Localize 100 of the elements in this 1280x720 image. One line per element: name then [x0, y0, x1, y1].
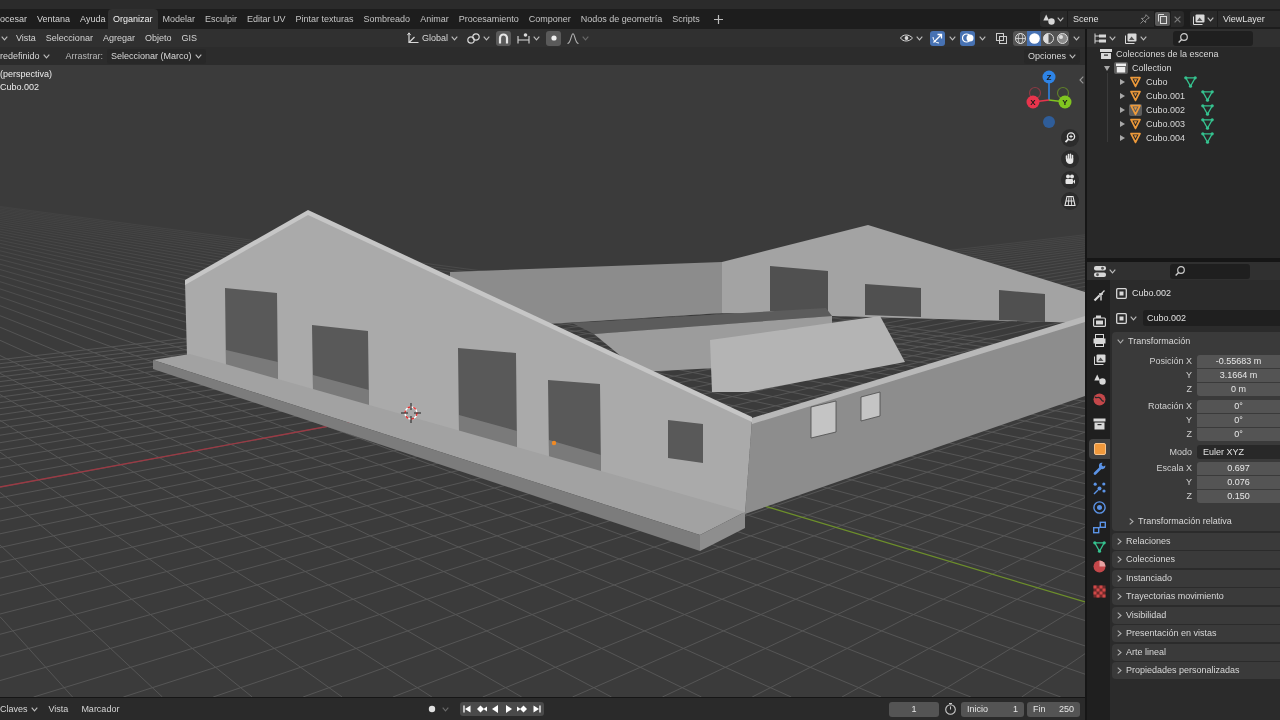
axis-handle[interactable]: X	[1026, 95, 1040, 109]
axis-handle[interactable]	[1056, 86, 1070, 100]
workspace-tab[interactable]: Procesamiento	[453, 9, 524, 29]
panel-header[interactable]: Trayectorias movimiento	[1112, 588, 1280, 605]
workspace-tab[interactable]: Modelar	[157, 9, 201, 29]
disclosure-triangle-icon[interactable]	[1120, 121, 1125, 127]
panel-header[interactable]: Arte lineal	[1112, 643, 1280, 661]
workspace-tab[interactable]: Sombreado	[358, 9, 416, 29]
panel-header[interactable]: Instanciado	[1112, 569, 1280, 587]
end-frame-field[interactable]: Fin 250	[1027, 701, 1080, 717]
dropdown-field[interactable]: Euler XYZ	[1197, 445, 1280, 459]
scene-selector[interactable]	[1040, 11, 1067, 27]
disclosure-triangle-icon[interactable]	[1120, 107, 1125, 113]
number-field[interactable]: 0.697	[1197, 462, 1280, 475]
next-keyframe-icon[interactable]	[516, 702, 530, 716]
menu-item[interactable]: Objeto	[139, 31, 177, 45]
panel-header[interactable]: Relaciones	[1112, 532, 1280, 550]
jump-to-end-icon[interactable]	[530, 702, 544, 716]
panel-header[interactable]: Visibilidad	[1112, 606, 1280, 624]
shading-button[interactable]	[1041, 30, 1055, 46]
axis-handle[interactable]: Z	[1042, 70, 1056, 84]
shading-button[interactable]	[1013, 30, 1027, 46]
plus-icon[interactable]	[713, 14, 723, 24]
drag-mode-dropdown[interactable]: Seleccionar (Marco)	[107, 48, 206, 64]
outliner-item[interactable]: Cubo.003	[1146, 119, 1186, 129]
panel-header[interactable]: Propiedades personalizadas	[1112, 662, 1280, 679]
number-field[interactable]: 0.076	[1197, 476, 1280, 489]
jump-to-start-icon[interactable]	[460, 702, 474, 716]
number-field[interactable]: 3.1664 m	[1197, 369, 1280, 382]
view-layer-selector[interactable]	[1190, 11, 1217, 27]
number-field[interactable]: -0.55683 m	[1197, 355, 1280, 368]
panel-header[interactable]: Presentación en vistas	[1112, 625, 1280, 642]
shading-button[interactable]	[1027, 30, 1041, 46]
menu-item[interactable]: Vista	[11, 31, 41, 45]
axis-handle[interactable]	[1043, 116, 1055, 128]
workspace-tab[interactable]: Nodos de geometría	[575, 9, 668, 29]
menu-item[interactable]: Ayuda	[75, 12, 111, 26]
number-field[interactable]: 0°	[1197, 414, 1280, 427]
caret-icon[interactable]	[1, 35, 8, 41]
triangle-mesh-icon[interactable]	[1201, 118, 1215, 130]
close-button[interactable]	[1171, 11, 1184, 27]
workspace-tab[interactable]: Organizar	[108, 9, 158, 29]
workspace-tab[interactable]: Editar UV	[242, 9, 291, 29]
start-frame-field[interactable]: Inicio 1	[961, 701, 1024, 717]
axis-handle[interactable]: Y	[1058, 95, 1072, 109]
menu-item[interactable]: GIS	[176, 31, 202, 45]
workspace-tab[interactable]: Pintar texturas	[290, 9, 359, 29]
outliner-item[interactable]: Cubo.002	[1146, 105, 1186, 115]
number-field[interactable]: 0 m	[1197, 383, 1280, 396]
triangle-mesh-icon[interactable]	[1201, 132, 1215, 144]
workspace-tab[interactable]: Componer	[523, 9, 576, 29]
xray-toggle[interactable]	[994, 30, 1009, 46]
workspace-tab[interactable]: Scripts	[667, 9, 705, 29]
chevron-icon[interactable]	[1079, 76, 1084, 84]
search-field[interactable]	[1170, 263, 1250, 279]
object-name-field[interactable]: Cubo.002	[1143, 310, 1280, 326]
menu-item[interactable]: Marcador	[76, 702, 125, 716]
disclosure-triangle-icon[interactable]	[1120, 135, 1125, 141]
camera-icon[interactable]	[1061, 171, 1079, 189]
panel-header[interactable]: Transformación	[1112, 332, 1280, 350]
shading-button[interactable]	[1055, 30, 1069, 46]
triangle-mesh-icon[interactable]	[1201, 104, 1215, 116]
number-field[interactable]: 0°	[1197, 400, 1280, 413]
outliner-item[interactable]: Cubo	[1146, 77, 1168, 87]
preset-dropdown[interactable]: redefinido	[0, 48, 53, 64]
gizmo-toggle[interactable]	[930, 30, 945, 46]
snap-toggle[interactable]	[496, 30, 511, 46]
menu-item[interactable]: Vista	[43, 702, 74, 716]
overlays-toggle[interactable]	[960, 30, 975, 46]
caret-icon[interactable]	[1073, 35, 1080, 41]
menu-item[interactable]: Seleccionar	[40, 31, 98, 45]
search-field[interactable]	[1173, 30, 1253, 46]
stopwatch-icon[interactable]	[945, 703, 956, 715]
outliner-item[interactable]: Cubo.001	[1146, 91, 1186, 101]
disclosure-triangle-icon[interactable]	[1120, 93, 1125, 99]
panel-header[interactable]: Colecciones	[1112, 551, 1280, 568]
panel-header[interactable]: Transformación relativa	[1112, 513, 1280, 530]
number-field[interactable]: 0.150	[1197, 490, 1280, 503]
workspace-tab[interactable]: Esculpir	[200, 9, 243, 29]
caret-icon[interactable]	[979, 35, 986, 41]
hand-icon[interactable]	[1061, 150, 1079, 168]
triangle-mesh-icon[interactable]	[1183, 76, 1197, 88]
properties-tab[interactable]	[1089, 438, 1110, 459]
outliner-item[interactable]: Colecciones de la escena	[1116, 49, 1219, 59]
menu-item[interactable]: Ventana	[32, 12, 76, 26]
cursor-crosshair-icon[interactable]	[401, 403, 421, 423]
menu-item[interactable]: Agregar	[97, 31, 140, 45]
copy-icon[interactable]	[1155, 12, 1170, 26]
disclosure-triangle-icon[interactable]	[1120, 79, 1125, 85]
keying-dropdown[interactable]: Claves	[0, 701, 41, 717]
view-layer-name-field[interactable]: ViewLayer	[1218, 11, 1280, 27]
options-dropdown[interactable]: Opciones	[1023, 48, 1080, 64]
workspace-tab[interactable]: Animar	[415, 9, 454, 29]
scene-name-field[interactable]: Scene	[1068, 11, 1154, 27]
orientation-dropdown[interactable]: Global	[404, 30, 461, 46]
previous-keyframe-icon[interactable]	[474, 702, 488, 716]
proportional-editing-toggle[interactable]	[546, 30, 561, 46]
pin-icon[interactable]	[1140, 14, 1150, 24]
menu-item[interactable]: ocesar	[0, 12, 32, 26]
zoom-icon[interactable]	[1061, 129, 1079, 147]
